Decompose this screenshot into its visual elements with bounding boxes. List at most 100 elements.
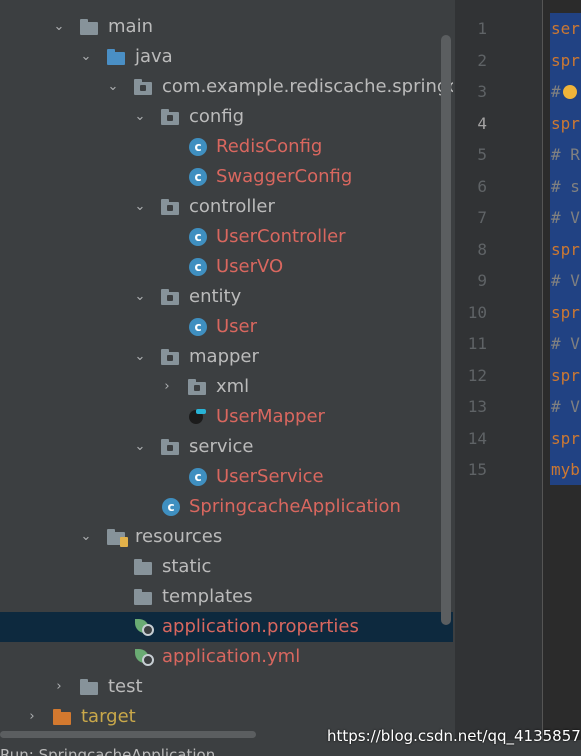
- line-number: 8: [477, 239, 487, 259]
- package-icon: [188, 379, 206, 395]
- chevron-down-icon[interactable]: ⌄: [132, 342, 148, 372]
- tree-label: UserController: [216, 226, 346, 247]
- chevron-down-icon[interactable]: ⌄: [132, 432, 148, 462]
- class-icon: c: [189, 168, 207, 186]
- chevron-right-icon[interactable]: ›: [51, 672, 67, 702]
- tree-vertical-scrollbar[interactable]: [441, 35, 451, 625]
- spring-config-file-icon: [135, 619, 155, 637]
- tree-label: service: [189, 436, 254, 457]
- tree-row-package-root[interactable]: ⌄ com.example.rediscache.springcache: [0, 72, 453, 102]
- tree-row-usercontroller[interactable]: c UserController: [0, 222, 453, 252]
- class-icon: c: [189, 138, 207, 156]
- tree-label: templates: [162, 586, 253, 607]
- run-configuration-label[interactable]: Run: SpringcacheApplication: [0, 746, 215, 756]
- chevron-right-icon[interactable]: ›: [159, 372, 175, 402]
- code-line: # V: [551, 208, 580, 227]
- tree-row-mapper[interactable]: ⌄ mapper: [0, 342, 453, 372]
- tree-row-service[interactable]: ⌄ service: [0, 432, 453, 462]
- class-icon: c: [189, 258, 207, 276]
- tree-label: UserMapper: [216, 406, 325, 427]
- tree-row-application-yml[interactable]: application.yml: [0, 642, 453, 672]
- tree-row-redisconfig[interactable]: c RedisConfig: [0, 132, 453, 162]
- tree-row-swaggerconfig[interactable]: c SwaggerConfig: [0, 162, 453, 192]
- tree-row-xml[interactable]: › xml: [0, 372, 453, 402]
- class-icon: c: [189, 228, 207, 246]
- tree-label: controller: [189, 196, 275, 217]
- tree-row-user[interactable]: c User: [0, 312, 453, 342]
- spring-config-file-icon: [135, 649, 155, 667]
- resources-folder-icon: [107, 529, 128, 547]
- tree-label: entity: [189, 286, 242, 307]
- line-number: 10: [467, 302, 487, 322]
- tree-label: java: [135, 46, 173, 67]
- line-number: 3: [477, 82, 487, 101]
- tree-label: UserService: [216, 466, 324, 487]
- tree-row-entity[interactable]: ⌄ entity: [0, 282, 453, 312]
- line-number: 9: [477, 271, 487, 290]
- line-number: 7: [477, 208, 487, 227]
- chevron-right-icon[interactable]: ›: [24, 702, 40, 732]
- tree-label: main: [108, 16, 153, 37]
- tree-row-application-properties[interactable]: application.properties: [0, 612, 453, 642]
- tree-row-usermapper[interactable]: UserMapper: [0, 402, 453, 432]
- tree-label: SwaggerConfig: [216, 166, 353, 187]
- tree-label: application.yml: [162, 646, 301, 667]
- package-icon: [161, 109, 179, 125]
- code-line: spr: [551, 113, 580, 133]
- tree-row-main[interactable]: ⌄ main: [0, 12, 453, 42]
- line-number: 12: [467, 365, 487, 385]
- lightbulb-icon[interactable]: [563, 85, 577, 99]
- project-tree[interactable]: ⌄ main ⌄ java ⌄ com.example.rediscache.s…: [0, 0, 453, 756]
- tree-row-templates[interactable]: templates: [0, 582, 453, 612]
- folder-icon: [80, 679, 98, 695]
- scrollbar-thumb[interactable]: [0, 731, 256, 738]
- line-number: 1: [477, 19, 487, 38]
- line-number: 13: [467, 397, 487, 416]
- tree-row-springcacheapplication[interactable]: c SpringcacheApplication: [0, 492, 453, 522]
- code-line: # V: [551, 334, 580, 353]
- chevron-down-icon[interactable]: ⌄: [132, 282, 148, 312]
- code-editor[interactable]: ser spr # spr # R # s # V spr # V spr # …: [543, 0, 581, 756]
- line-number: 2: [477, 50, 487, 70]
- package-icon: [134, 79, 152, 95]
- editor-gutter: 1 2 3 4 5 6 7 8 9 10 11 12 13 14 15: [455, 0, 543, 756]
- code-line: spr: [551, 239, 580, 259]
- tree-row-static[interactable]: static: [0, 552, 453, 582]
- chevron-down-icon[interactable]: ⌄: [132, 102, 148, 132]
- code-line: spr: [551, 428, 580, 448]
- folder-icon: [134, 559, 152, 575]
- code-line: # R: [551, 145, 580, 164]
- tree-row-java[interactable]: ⌄ java: [0, 42, 453, 72]
- tree-label: User: [216, 316, 258, 337]
- chevron-down-icon[interactable]: ⌄: [105, 72, 121, 102]
- tree-row-resources[interactable]: ⌄ resources: [0, 522, 453, 552]
- folder-icon: [80, 19, 98, 35]
- tree-label: SpringcacheApplication: [189, 496, 401, 517]
- tree-row-userservice[interactable]: c UserService: [0, 462, 453, 492]
- code-line: spr: [551, 50, 580, 70]
- tree-label: application.properties: [162, 616, 359, 637]
- code-line: spr: [551, 365, 580, 385]
- tree-row-test[interactable]: › test: [0, 672, 453, 702]
- chevron-down-icon[interactable]: ⌄: [78, 42, 94, 72]
- spring-boot-class-icon: c: [162, 498, 180, 516]
- package-icon: [161, 199, 179, 215]
- line-number: 5: [477, 145, 487, 164]
- tree-label: config: [189, 106, 245, 127]
- tree-label: com.example.rediscache.springcache: [162, 76, 453, 97]
- code-line: ser: [551, 19, 580, 38]
- line-number: 15: [467, 460, 487, 479]
- tree-row-uservo[interactable]: c UserVO: [0, 252, 453, 282]
- package-icon: [161, 289, 179, 305]
- tree-row-controller[interactable]: ⌄ controller: [0, 192, 453, 222]
- chevron-down-icon[interactable]: ⌄: [132, 192, 148, 222]
- tree-label: test: [108, 676, 143, 697]
- chevron-down-icon[interactable]: ⌄: [78, 522, 94, 552]
- tree-label: mapper: [189, 346, 259, 367]
- chevron-down-icon[interactable]: ⌄: [51, 12, 67, 42]
- class-icon: c: [189, 468, 207, 486]
- tree-label: static: [162, 556, 212, 577]
- line-number: 11: [467, 334, 487, 353]
- current-line-number: 4: [477, 113, 487, 133]
- tree-row-config[interactable]: ⌄ config: [0, 102, 453, 132]
